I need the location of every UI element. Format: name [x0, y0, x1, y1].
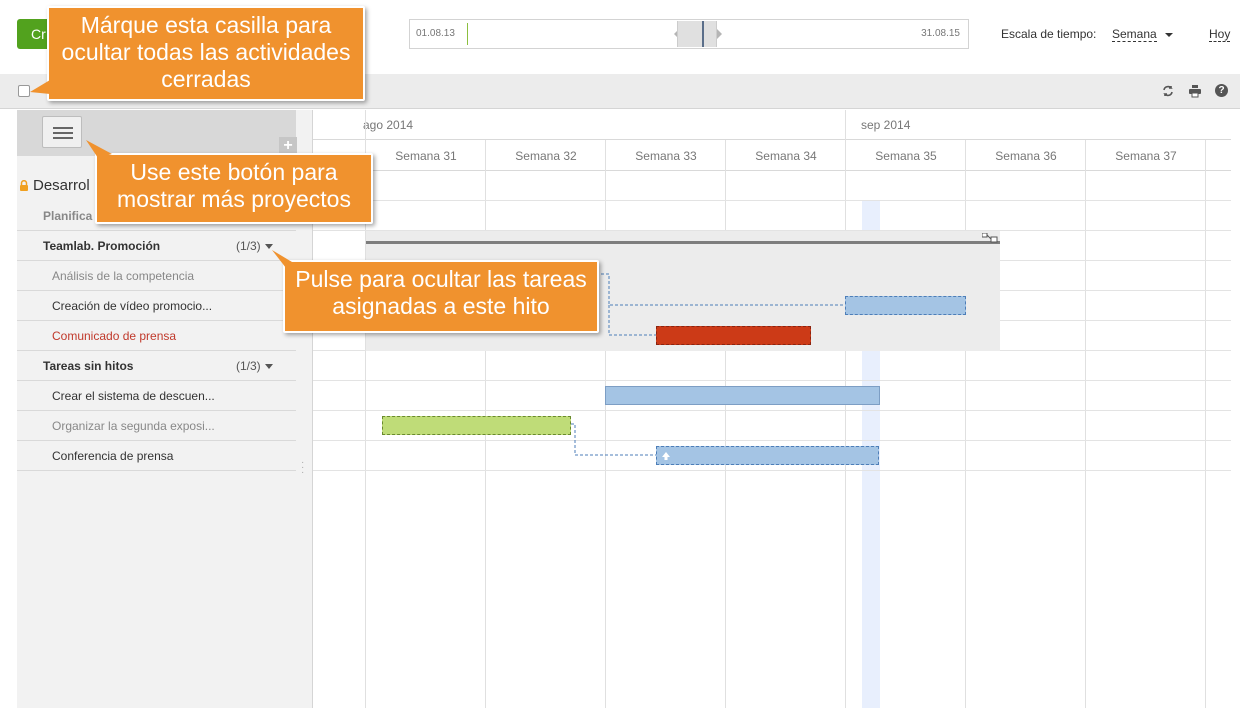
task-count: (1/3): [236, 359, 261, 373]
project-name: Desarrol: [33, 177, 90, 194]
slider-visible-window[interactable]: [677, 21, 717, 47]
milestone-row[interactable]: Teamlab. Promoción (1/3): [17, 231, 296, 261]
week-label: Semana 35: [875, 149, 937, 163]
today-link[interactable]: Hoy: [1209, 27, 1231, 42]
task-row[interactable]: Conferencia de prensa: [17, 441, 296, 471]
callout-pointer: [86, 140, 112, 158]
week-label: Semana 34: [755, 149, 817, 163]
callout-pointer: [30, 80, 50, 94]
milestone-bar[interactable]: [366, 241, 1000, 244]
task-row[interactable]: Análisis de la competencia: [17, 261, 296, 291]
callout-pointer: [272, 250, 292, 268]
month-label: sep 2014: [861, 118, 911, 132]
timeline-start-marker: [467, 23, 468, 45]
task-row[interactable]: Crear el sistema de descuen...: [17, 381, 296, 411]
task-bar-closed[interactable]: [382, 416, 571, 435]
milestone-flag-icon: [982, 233, 998, 243]
lock-icon: [20, 180, 28, 191]
task-count: (1/3): [236, 239, 261, 253]
week-label: Semana 32: [515, 149, 577, 163]
task-bar[interactable]: [845, 296, 966, 315]
task-bar[interactable]: [605, 386, 880, 405]
milestone-row[interactable]: Tareas sin hitos (1/3): [17, 351, 296, 381]
help-icon[interactable]: ?: [1215, 84, 1228, 97]
month-label: ago 2014: [363, 118, 414, 132]
task-name: Análisis de la competencia: [52, 269, 195, 283]
callout-text: Pulse para ocultar las tareas asignadas …: [295, 266, 587, 319]
task-name: Crear el sistema de descuen...: [52, 389, 215, 403]
print-icon[interactable]: [1188, 84, 1202, 98]
task-row[interactable]: Organizar la segunda exposi...: [17, 411, 296, 441]
time-scale-label: Escala de tiempo:: [1001, 27, 1097, 41]
week-header: Semana 31 Semana 32 Semana 33 Semana 34 Sema…: [313, 140, 1231, 171]
arrow-up-icon: [662, 452, 670, 460]
chevron-down-icon[interactable]: [1165, 33, 1173, 37]
timeline-range-slider[interactable]: 01.08.13 31.08.15: [409, 19, 969, 49]
task-name: Planifica: [43, 209, 93, 223]
gantt-app: Cr 01.08.13 31.08.15 Escala de tiempo: S…: [0, 0, 1240, 708]
menu-icon: [53, 127, 73, 129]
timeline-start-date: 01.08.13: [416, 28, 455, 39]
callout-text: Márque esta casilla para ocultar todas l…: [61, 12, 351, 92]
task-bar-overdue[interactable]: [656, 326, 811, 345]
task-name: Tareas sin hitos: [43, 359, 134, 373]
week-label: Semana 31: [395, 149, 457, 163]
task-row[interactable]: Comunicado de prensa: [17, 321, 296, 351]
task-row[interactable]: Creación de vídeo promocio...: [17, 291, 296, 321]
week-label: Semana 33: [635, 149, 697, 163]
task-name: Organizar la segunda exposi...: [52, 419, 215, 433]
task-bar[interactable]: [656, 446, 879, 465]
task-name: Conferencia de prensa: [52, 449, 174, 463]
callout-hide-tasks: Pulse para ocultar las tareas asignadas …: [283, 260, 599, 333]
gantt-chart: ago 2014 sep 2014 Semana 31 Semana 32 Sema…: [313, 110, 1240, 708]
week-label: Semana 36: [995, 149, 1057, 163]
timeline-end-date: 31.08.15: [921, 28, 960, 39]
month-header: ago 2014 sep 2014: [313, 110, 1231, 140]
task-name: Creación de vídeo promocio...: [52, 299, 213, 313]
project-menu-button[interactable]: [42, 116, 82, 148]
slider-current-marker: [702, 21, 704, 47]
callout-more-projects: Use este botón para mostrar más proyecto…: [95, 153, 373, 224]
slider-right-arrow-icon[interactable]: [717, 29, 722, 39]
panel-resize-handle[interactable]: · · ·: [301, 458, 305, 478]
task-name: Comunicado de prensa: [52, 329, 177, 343]
time-scale-select[interactable]: Semana: [1112, 27, 1157, 42]
callout-hide-closed: Márque esta casilla para ocultar todas l…: [47, 6, 365, 101]
week-label: Semana 37: [1115, 149, 1177, 163]
refresh-icon[interactable]: [1161, 84, 1175, 98]
callout-text: Use este botón para mostrar más proyecto…: [117, 159, 351, 212]
collapse-caret-icon[interactable]: [265, 364, 273, 369]
project-list-header: +: [17, 110, 297, 156]
task-name: Teamlab. Promoción: [43, 239, 161, 253]
